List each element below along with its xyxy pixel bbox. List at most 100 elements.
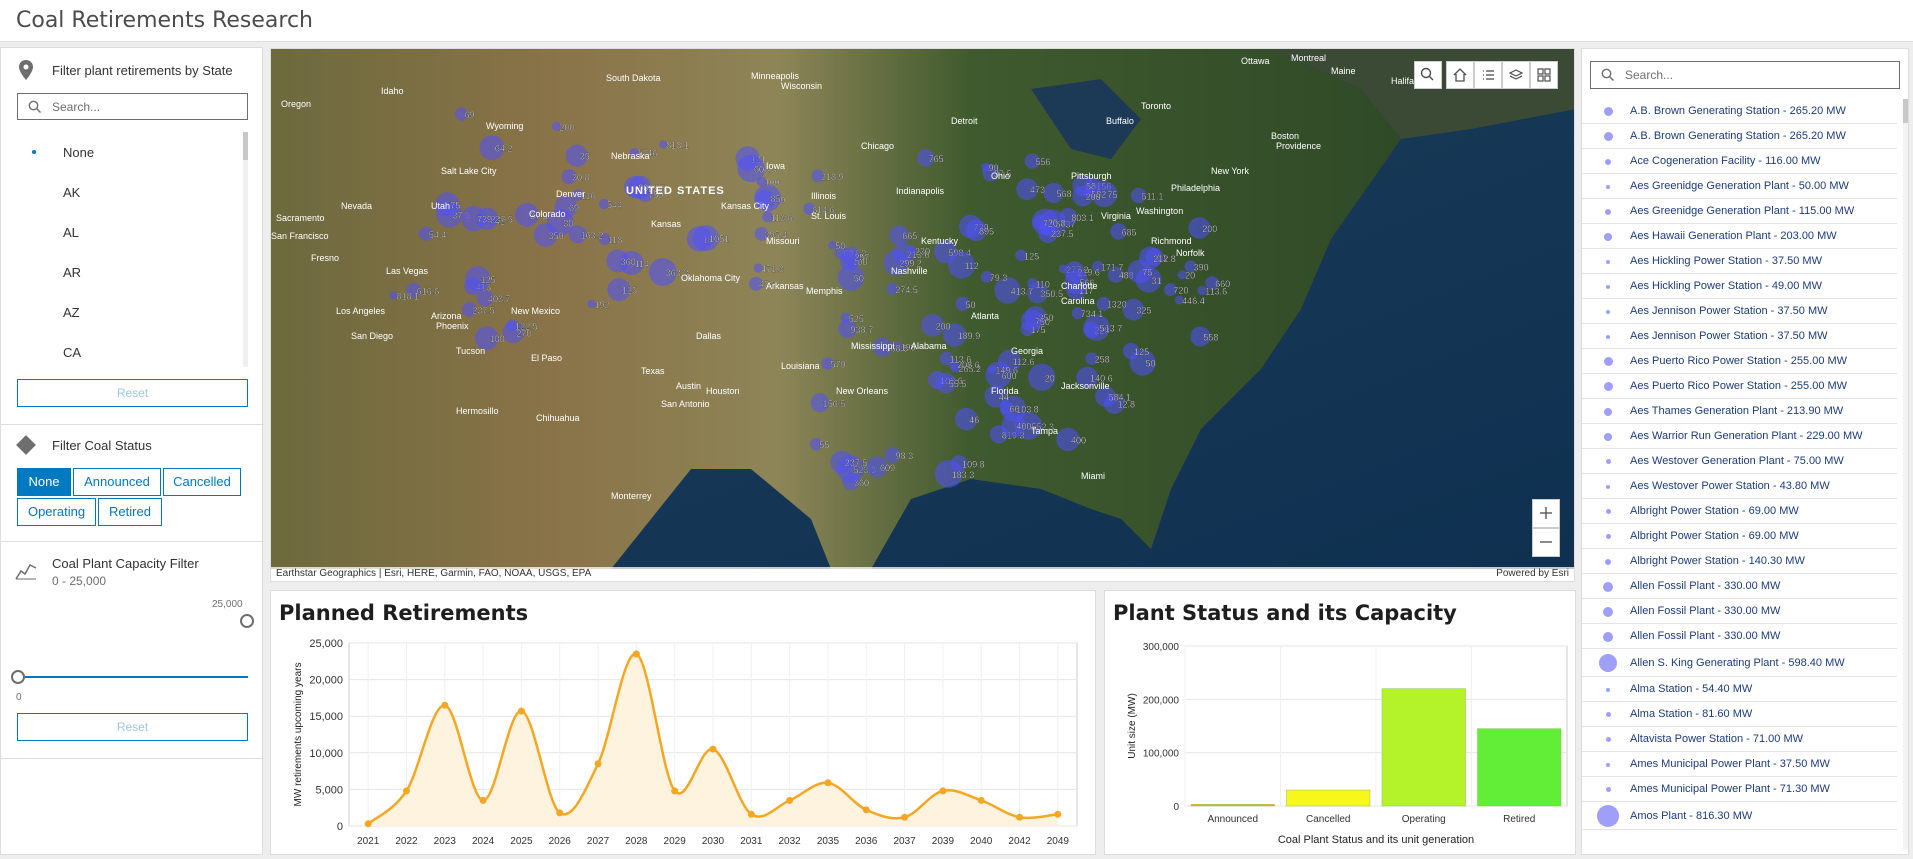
plant-list-item[interactable]: Aes Westover Power Station - 43.80 MW (1582, 474, 1897, 499)
plant-list-item[interactable]: Aes Puerto Rico Power Station - 255.00 M… (1582, 374, 1897, 399)
plant-list-item[interactable]: Allen Fossil Plant - 330.00 MW (1582, 599, 1897, 624)
plant-list-label: Aes Puerto Rico Power Station - 255.00 M… (1630, 380, 1848, 392)
map-canvas[interactable]: 456938.7598.4350.5511.120600102.612.8506… (271, 49, 1575, 569)
plant-bubble-label: 113.6 (949, 354, 971, 364)
retirements-point[interactable] (977, 796, 985, 804)
zoom-out-button[interactable] (1532, 528, 1560, 557)
plant-list-item[interactable]: Aes Hickling Power Station - 37.50 MW (1582, 249, 1897, 274)
plant-list-item[interactable]: Allen S. King Generating Plant - 598.40 … (1582, 649, 1897, 677)
legend-button[interactable] (1474, 61, 1502, 89)
plant-list-item[interactable]: Albright Power Station - 69.00 MW (1582, 499, 1897, 524)
retirements-point[interactable] (709, 745, 717, 753)
retirements-point[interactable] (671, 787, 679, 795)
retirements-point[interactable] (824, 779, 832, 787)
plant-list-item[interactable]: Aes Puerto Rico Power Station - 255.00 M… (1582, 349, 1897, 374)
capacity-slider-min-handle[interactable] (11, 670, 25, 684)
home-button[interactable] (1446, 61, 1474, 89)
plant-list-item[interactable]: Ames Municipal Power Plant - 71.30 MW (1582, 777, 1897, 802)
retirements-point[interactable] (786, 796, 794, 804)
retirements-point[interactable] (1016, 813, 1024, 821)
plant-list-item[interactable]: Aes Jennison Power Station - 37.50 MW (1582, 324, 1897, 349)
map-view[interactable]: 456938.7598.4350.5511.120600102.612.8506… (270, 48, 1575, 582)
plant-list-item[interactable]: Aes Westover Generation Plant - 75.00 MW (1582, 449, 1897, 474)
plant-list-item[interactable]: A.B. Brown Generating Station - 265.20 M… (1582, 99, 1897, 124)
map-place-label: Norfolk (1176, 248, 1205, 258)
retirements-point[interactable] (364, 820, 372, 828)
state-item-az[interactable]: AZ (17, 292, 247, 332)
plant-bubble-label: 230 (915, 246, 930, 256)
status-button-none[interactable]: None (17, 468, 71, 496)
retirements-point[interactable] (402, 787, 410, 795)
retirements-point[interactable] (632, 650, 640, 658)
plant-list-item[interactable]: Altavista Power Station - 71.00 MW (1582, 727, 1897, 752)
layers-button[interactable] (1502, 61, 1530, 89)
state-item-al[interactable]: AL (17, 212, 247, 252)
status-button-announced[interactable]: Announced (73, 468, 161, 496)
scrollbar-thumb[interactable] (1903, 99, 1908, 123)
retirements-point[interactable] (517, 707, 525, 715)
retirements-point[interactable] (441, 701, 449, 709)
status-bar[interactable] (1381, 688, 1466, 807)
powered-by-esri[interactable]: Powered by Esri (1496, 568, 1569, 579)
zoom-in-button[interactable] (1532, 499, 1560, 528)
status-button-operating[interactable]: Operating (17, 498, 96, 526)
plant-list-item[interactable]: Aes Jennison Power Station - 37.50 MW (1582, 299, 1897, 324)
search-icon (1420, 67, 1434, 81)
capacity-reset-button[interactable]: Reset (17, 713, 248, 741)
plant-list-item[interactable]: Aes Hawaii Generation Plant - 203.00 MW (1582, 224, 1897, 249)
plant-list-item[interactable]: A.B. Brown Generating Station - 265.20 M… (1582, 124, 1897, 149)
retirements-point[interactable] (862, 806, 870, 814)
x-tick-label: 2022 (395, 836, 418, 847)
plant-search-input[interactable]: Search... (1590, 61, 1900, 89)
plant-list-item[interactable]: Alma Station - 81.60 MW (1582, 702, 1897, 727)
status-bar[interactable] (1190, 804, 1275, 807)
basemap-gallery-button[interactable] (1530, 61, 1558, 89)
map-place-label: Los Angeles (336, 306, 386, 316)
plant-list-item[interactable]: Ames Municipal Power Plant - 37.50 MW (1582, 752, 1897, 777)
plant-list-item[interactable]: Aes Hickling Power Station - 49.00 MW (1582, 274, 1897, 299)
map-search-button[interactable] (1414, 61, 1442, 89)
plant-list-item[interactable]: Aes Thames Generation Plant - 213.90 MW (1582, 399, 1897, 424)
plant-bubble-label: 237.5 (472, 306, 495, 316)
retirements-point[interactable] (939, 787, 947, 795)
retirements-point[interactable] (1054, 810, 1062, 818)
status-button-retired[interactable]: Retired (98, 498, 162, 526)
retirements-point[interactable] (556, 809, 564, 817)
plant-list-item[interactable]: Alma Station - 54.40 MW (1582, 677, 1897, 702)
retirements-point[interactable] (901, 813, 909, 821)
map-place-label: Detroit (951, 116, 978, 126)
state-search-input[interactable]: Search... (17, 93, 248, 120)
map-pin-icon (19, 60, 33, 80)
plant-list-item[interactable]: Albright Power Station - 69.00 MW (1582, 524, 1897, 549)
map-place-label: San Diego (351, 331, 393, 341)
plant-list-label: Aes Thames Generation Plant - 213.90 MW (1630, 405, 1844, 417)
state-item-ak[interactable]: AK (17, 172, 247, 212)
retirements-point[interactable] (747, 810, 755, 818)
plant-list-item[interactable]: Aes Greenidge Generation Plant - 115.00 … (1582, 199, 1897, 224)
status-button-cancelled[interactable]: Cancelled (163, 468, 241, 496)
retirements-point[interactable] (594, 760, 602, 768)
state-list-scrollbar[interactable] (243, 132, 248, 367)
plant-list-item[interactable]: Amos Plant - 816.30 MW (1582, 802, 1897, 830)
status-bar[interactable] (1477, 728, 1562, 807)
scrollbar-thumb[interactable] (243, 132, 248, 160)
plant-list-item[interactable]: Allen Fossil Plant - 330.00 MW (1582, 574, 1897, 599)
y-axis-label: MW retirements upcoming years (293, 663, 304, 807)
plant-list-item[interactable]: Aes Warrior Run Generation Plant - 229.0… (1582, 424, 1897, 449)
state-item-ca[interactable]: CA (17, 332, 247, 367)
retirements-point[interactable] (479, 796, 487, 804)
status-bar[interactable] (1286, 789, 1371, 807)
selected-dot-icon (32, 150, 36, 154)
capacity-slider-track[interactable] (18, 676, 248, 678)
plant-list-item[interactable]: Allen Fossil Plant - 330.00 MW (1582, 624, 1897, 649)
plant-list-label: Albright Power Station - 69.00 MW (1630, 505, 1799, 517)
state-reset-button[interactable]: Reset (17, 379, 248, 407)
plant-list-item[interactable]: Aes Greenidge Generation Plant - 50.00 M… (1582, 174, 1897, 199)
plant-list-item[interactable]: Albright Power Station - 140.30 MW (1582, 549, 1897, 574)
x-axis-label: Coal Plant Status and its unit generatio… (1278, 834, 1474, 846)
plant-list-item[interactable]: Ace Cogeneration Facility - 116.00 MW (1582, 149, 1897, 174)
state-item-ar[interactable]: AR (17, 252, 247, 292)
state-item-none[interactable]: None (17, 132, 247, 172)
capacity-slider-max-handle[interactable] (240, 614, 254, 628)
plant-list-scrollbar[interactable] (1903, 99, 1908, 849)
